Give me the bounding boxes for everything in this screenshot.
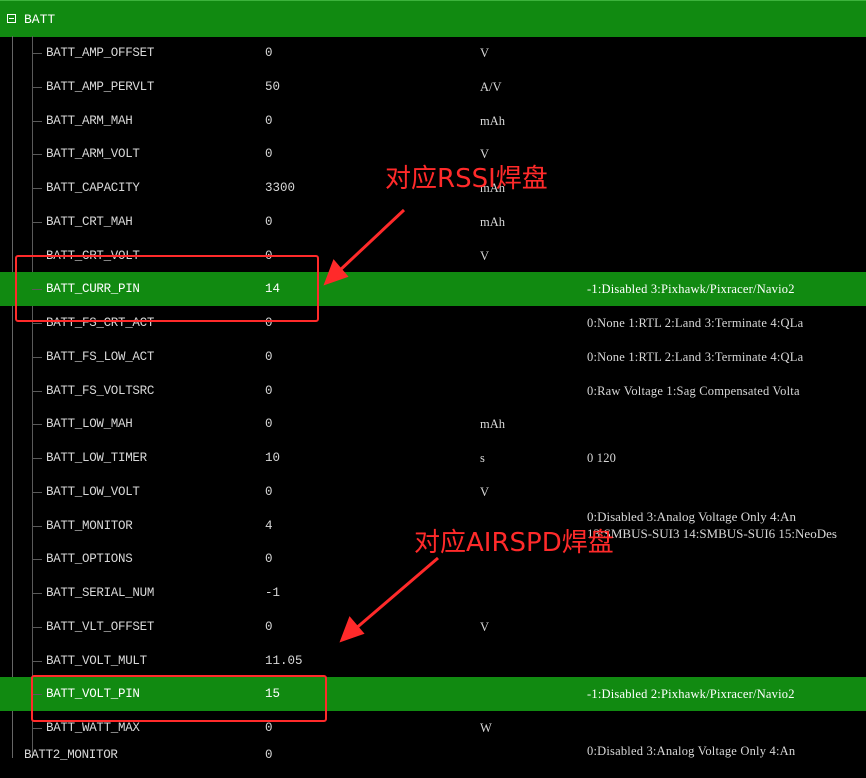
annotation-arrows (323, 208, 439, 643)
arrow-rssi (336, 208, 406, 274)
arrow-airspd (353, 556, 439, 632)
arrowhead-rssi-icon (323, 259, 349, 286)
arrowhead-airspd-icon (339, 616, 365, 643)
